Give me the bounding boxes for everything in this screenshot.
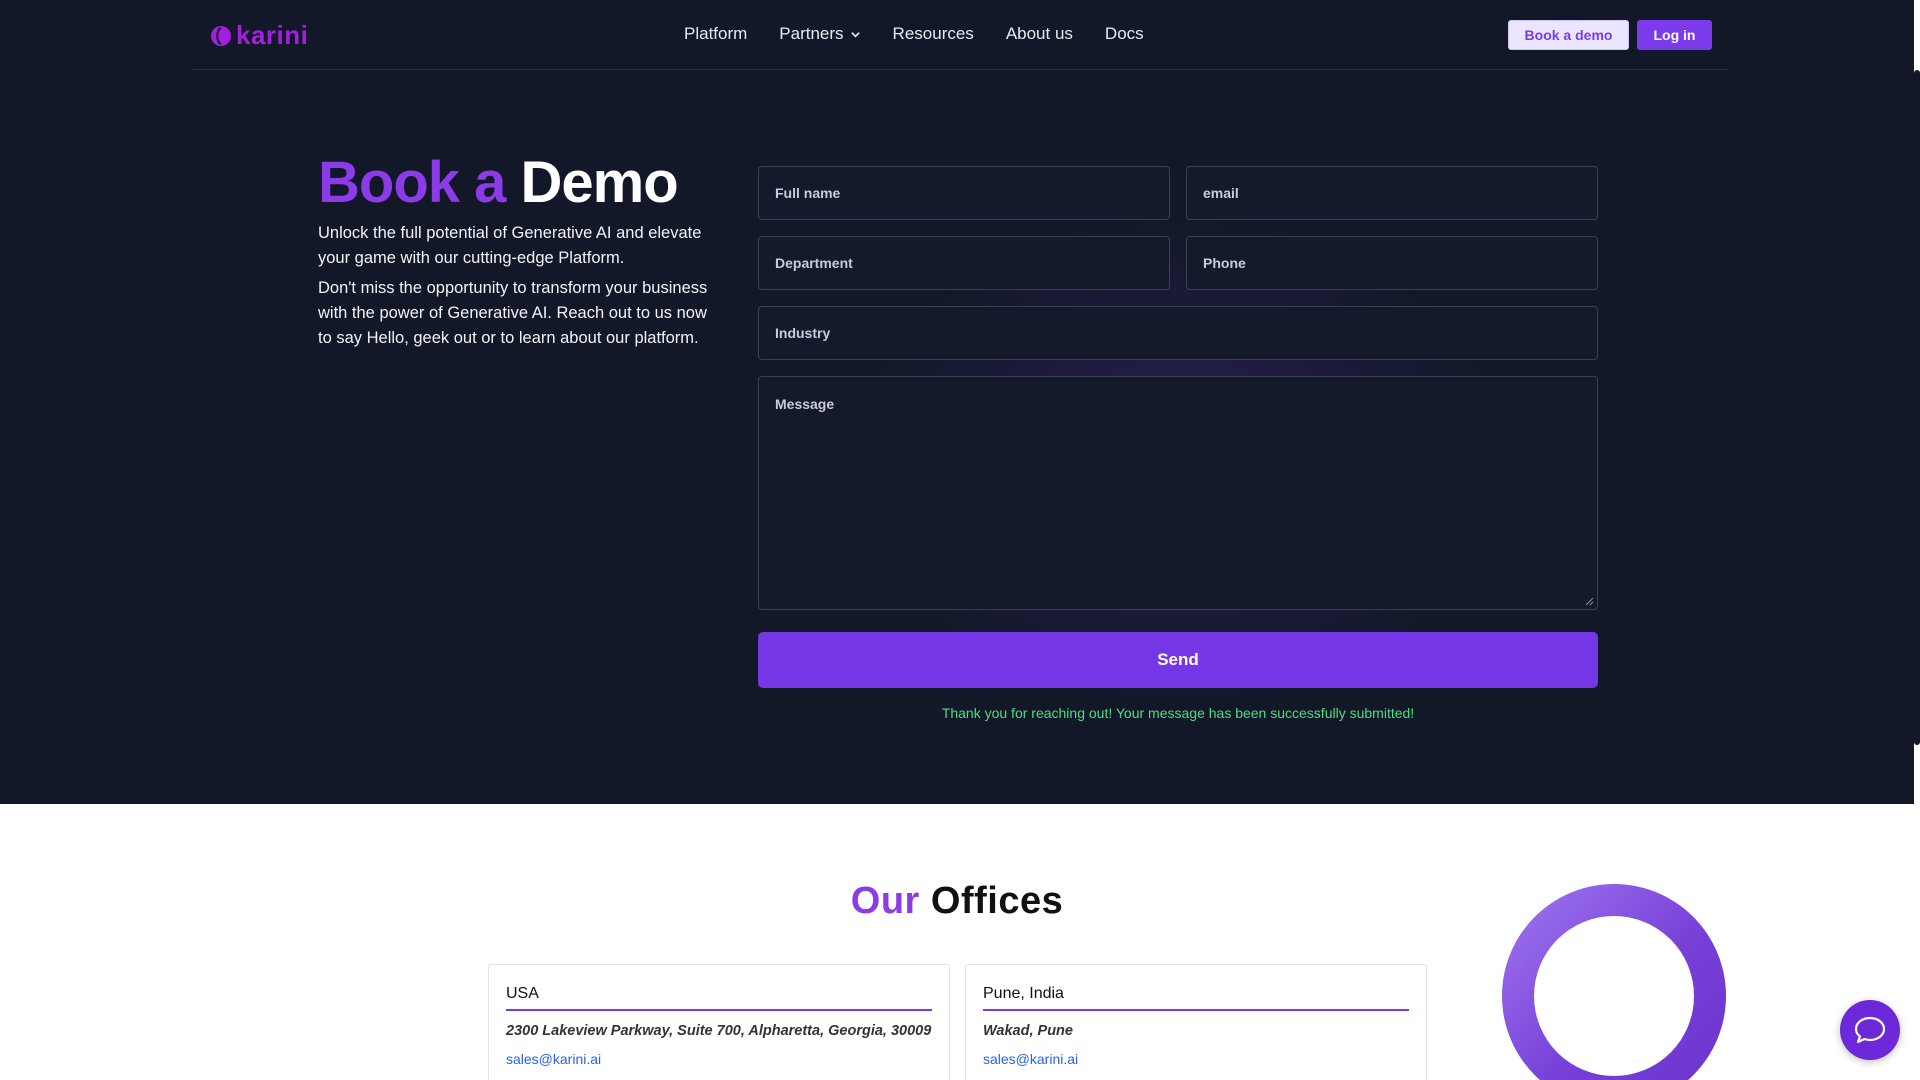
scrollbar-thumb[interactable] <box>1914 70 1920 745</box>
main-nav: Platform Partners Resources About us Doc… <box>684 24 1144 44</box>
chat-widget-button[interactable] <box>1840 1000 1900 1060</box>
office-name: Pune, India <box>983 985 1409 1011</box>
nav-docs-label: Docs <box>1104 24 1144 43</box>
karini-logo-icon <box>211 25 231 46</box>
nav-resources[interactable]: Resources <box>893 24 974 44</box>
message-placeholder: Message <box>775 396 835 412</box>
nav-platform-label: Platform <box>684 24 748 43</box>
success-message: Thank you for reaching out! Your message… <box>941 705 1415 721</box>
email-placeholder: email <box>1203 185 1239 201</box>
login-button[interactable]: Log in <box>1637 20 1712 50</box>
nav-docs[interactable]: Docs <box>1105 24 1144 44</box>
title-rest: Demo <box>520 150 679 215</box>
resize-handle-icon[interactable] <box>1584 596 1594 606</box>
page-title: Book a Demo <box>318 149 679 216</box>
book-demo-section: Book a Demo Unlock the full potential of… <box>0 71 1914 804</box>
full-name-input[interactable]: Full name <box>758 166 1170 220</box>
industry-input[interactable]: Industry <box>758 306 1598 360</box>
phone-input[interactable]: Phone <box>1186 236 1598 290</box>
site-header: karini Platform Partners Resources About… <box>192 0 1728 70</box>
email-input[interactable]: email <box>1186 166 1598 220</box>
department-placeholder: Department <box>775 255 853 271</box>
nav-platform[interactable]: Platform <box>684 24 747 44</box>
ring-center <box>1534 916 1694 1076</box>
nav-about-label: About us <box>1005 24 1073 43</box>
cta-paragraph: Don't miss the opportunity to transform … <box>318 279 708 347</box>
department-input[interactable]: Department <box>758 236 1170 290</box>
phone-placeholder: Phone <box>1203 255 1246 271</box>
send-button[interactable]: Send <box>758 632 1598 688</box>
office-name: USA <box>506 985 932 1011</box>
chat-bubble-icon <box>1854 1016 1886 1044</box>
karini-logo[interactable]: karini <box>210 20 308 51</box>
nav-about-us[interactable]: About us <box>1006 24 1073 44</box>
title-accent: Book a <box>318 150 506 215</box>
offices-title-accent: Our <box>850 880 920 922</box>
offices-title-rest: Offices <box>930 880 1064 922</box>
logo-text: karini <box>236 20 309 50</box>
office-address: Wakad, Pune <box>983 1023 1073 1039</box>
chevron-down-icon <box>850 31 860 38</box>
office-card-usa: USA 2300 Lakeview Parkway, Suite 700, Al… <box>488 964 950 1080</box>
book-demo-button[interactable]: Book a demo <box>1508 20 1629 50</box>
office-address: 2300 Lakeview Parkway, Suite 700, Alphar… <box>506 1023 932 1039</box>
office-email-link[interactable]: sales@karini.ai <box>983 1051 1078 1067</box>
intro-paragraph: Unlock the full potential of Generative … <box>318 224 702 267</box>
industry-placeholder: Industry <box>775 325 831 341</box>
offices-section: Our Offices USA 2300 Lakeview Parkway, S… <box>0 804 1914 1080</box>
message-textarea[interactable]: Message <box>758 376 1598 610</box>
full-name-placeholder: Full name <box>775 185 841 201</box>
nav-partners[interactable]: Partners <box>779 24 860 44</box>
office-email-link[interactable]: sales@karini.ai <box>506 1051 601 1067</box>
nav-partners-label: Partners <box>779 24 844 43</box>
nav-resources-label: Resources <box>892 24 974 43</box>
office-card-pune: Pune, India Wakad, Pune sales@karini.ai <box>965 964 1427 1080</box>
